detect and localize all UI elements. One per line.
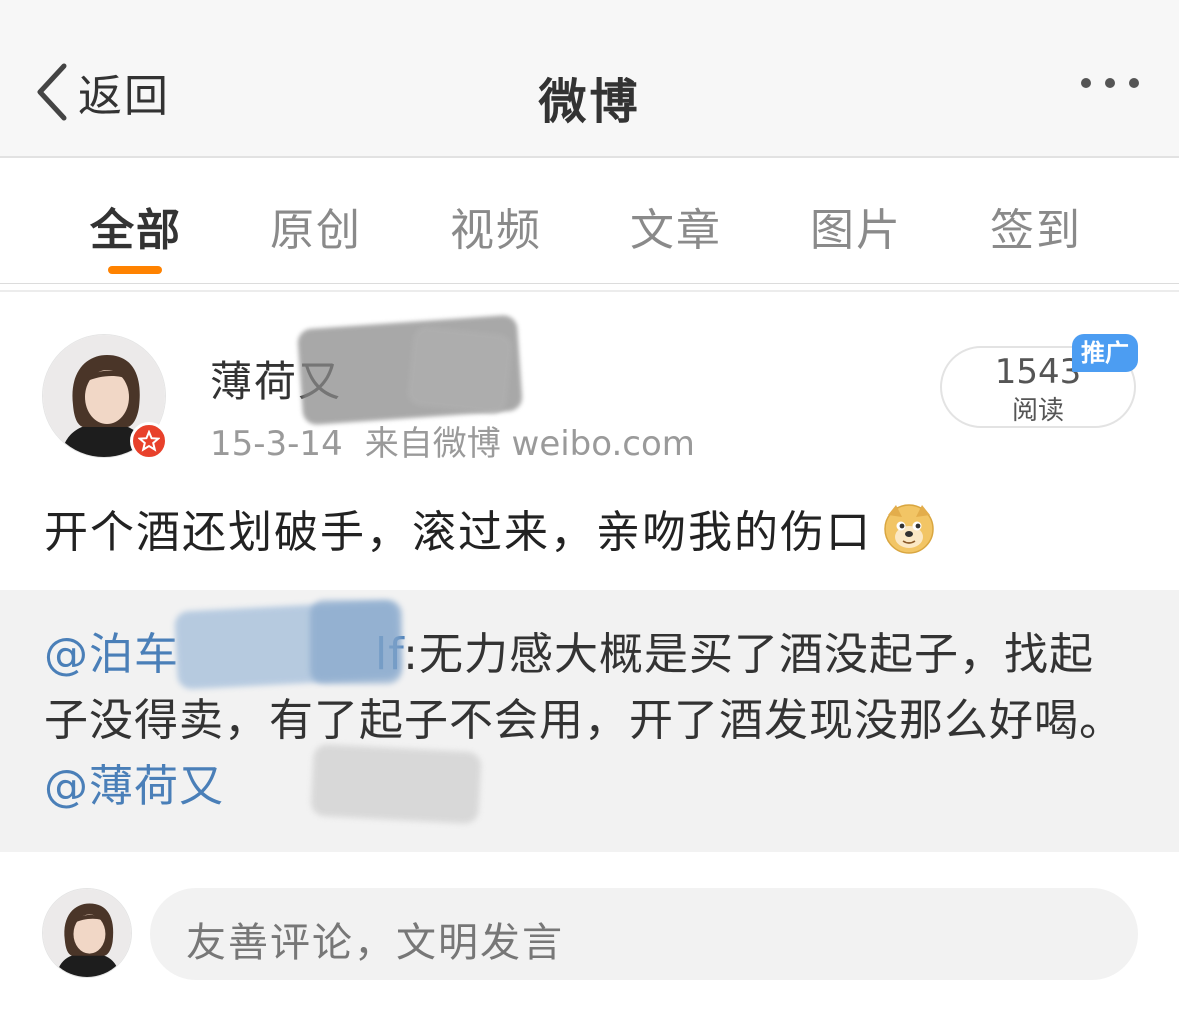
redaction-mark: [310, 600, 402, 684]
top-nav-bar: 返回 微博: [0, 0, 1179, 158]
my-avatar[interactable]: [42, 888, 132, 978]
tab-image[interactable]: 图片: [766, 194, 946, 258]
post-body: 开个酒还划破手，滚过来，亲吻我的伤口: [44, 496, 936, 560]
comment-input[interactable]: 友善评论，文明发言: [150, 888, 1138, 980]
redaction-mark: [406, 324, 514, 416]
tab-video[interactable]: 视频: [406, 194, 586, 258]
active-tab-indicator: [108, 266, 162, 274]
repost-mention-tag[interactable]: @薄荷又: [44, 761, 224, 812]
tab-original[interactable]: 原创: [226, 194, 406, 258]
post-text: 开个酒还划破手，滚过来，亲吻我的伤口: [44, 507, 872, 558]
verified-badge-icon: [130, 422, 168, 460]
comment-placeholder: 友善评论，文明发言: [186, 920, 564, 966]
post-date: 15-3-14: [210, 424, 343, 464]
tab-all[interactable]: 全部: [46, 194, 226, 258]
read-label: 阅读: [1011, 396, 1064, 426]
doge-icon: [884, 504, 934, 554]
redaction-mark: [310, 743, 482, 825]
divider: [0, 290, 1179, 292]
tab-checkin[interactable]: 签到: [946, 194, 1126, 258]
tab-bar: 全部 原创 视频 文章 图片 签到: [0, 160, 1179, 284]
promo-badge[interactable]: 推广: [1072, 334, 1138, 372]
post-source: 来自微博 weibo.com: [364, 424, 695, 464]
more-dots-icon[interactable]: [1081, 78, 1139, 88]
post-meta: 15-3-14 来自微博 weibo.com: [210, 416, 695, 465]
page-title: 微博: [538, 74, 641, 130]
tab-article[interactable]: 文章: [586, 194, 766, 258]
post-avatar[interactable]: [42, 334, 168, 460]
repost-author-mention[interactable]: @泊车: [44, 629, 179, 680]
